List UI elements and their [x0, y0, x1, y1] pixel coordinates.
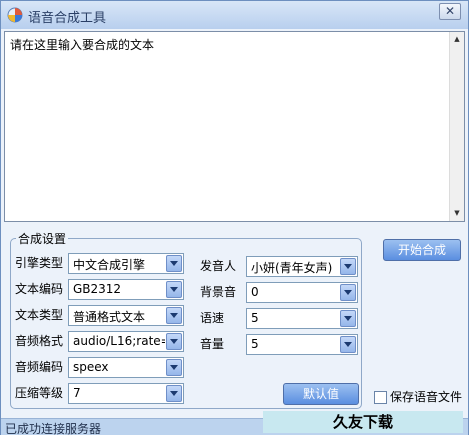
app-window: 语音合成工具 ✕ 请在这里输入要合成的文本 ▲ ▼ 合成设置 引擎类型 中文合成… — [0, 0, 469, 435]
watermark: 久友下载站|www.9upk.com — [263, 411, 463, 433]
window-title: 语音合成工具 — [28, 11, 107, 26]
close-button[interactable]: ✕ — [439, 3, 461, 20]
chevron-down-icon[interactable] — [166, 281, 182, 298]
background-sound-label: 背景音 — [200, 285, 237, 299]
speed-value: 5 — [251, 311, 259, 325]
chevron-down-icon[interactable] — [166, 359, 182, 376]
chevron-down-icon[interactable] — [166, 385, 182, 402]
audio-format-label: 音频格式 — [15, 334, 64, 348]
text-type-label: 文本类型 — [15, 308, 64, 322]
speed-label: 语速 — [200, 311, 225, 325]
volume-select[interactable]: 5 — [246, 334, 358, 355]
text-type-select[interactable]: 普通格式文本 — [68, 305, 184, 326]
text-input-container: 请在这里输入要合成的文本 ▲ ▼ — [4, 31, 465, 222]
speed-select[interactable]: 5 — [246, 308, 358, 329]
engine-type-value: 中文合成引擎 — [73, 258, 146, 272]
background-sound-value: 0 — [251, 285, 259, 299]
chevron-down-icon[interactable] — [166, 255, 182, 272]
compression-level-value: 7 — [73, 386, 81, 400]
chevron-down-icon[interactable] — [340, 336, 356, 353]
speaker-label: 发音人 — [200, 259, 237, 273]
status-text: 已成功连接服务器 — [5, 422, 102, 435]
group-title: 合成设置 — [16, 230, 69, 247]
compression-level-select[interactable]: 7 — [68, 383, 184, 404]
chevron-down-icon[interactable] — [340, 258, 356, 275]
text-encoding-label: 文本编码 — [15, 282, 64, 296]
scroll-down-icon[interactable]: ▼ — [450, 206, 464, 221]
chevron-down-icon[interactable] — [166, 333, 182, 350]
speaker-value: 小妍(青年女声) — [251, 261, 333, 275]
app-icon — [7, 7, 23, 23]
volume-label: 音量 — [200, 337, 225, 351]
audio-encoding-label: 音频编码 — [15, 360, 64, 374]
start-synthesis-button[interactable]: 开始合成 — [383, 239, 461, 261]
audio-encoding-select[interactable]: speex — [68, 357, 184, 378]
engine-type-select[interactable]: 中文合成引擎 — [68, 253, 184, 274]
volume-value: 5 — [251, 337, 259, 351]
title-bar[interactable]: 语音合成工具 ✕ — [1, 1, 468, 29]
chevron-down-icon[interactable] — [166, 307, 182, 324]
close-icon: ✕ — [444, 4, 456, 18]
scroll-up-icon[interactable]: ▲ — [450, 32, 464, 47]
compression-level-label: 压缩等级 — [15, 386, 64, 400]
audio-format-select[interactable]: audio/L16;rate= — [68, 331, 184, 352]
text-encoding-value: GB2312 — [73, 282, 122, 296]
save-audio-label[interactable]: 保存语音文件 — [390, 389, 462, 405]
background-sound-select[interactable]: 0 — [246, 282, 358, 303]
audio-encoding-value: speex — [73, 360, 109, 374]
speaker-select[interactable]: 小妍(青年女声) — [246, 256, 358, 277]
text-type-value: 普通格式文本 — [73, 310, 146, 324]
synthesis-text-input[interactable]: 请在这里输入要合成的文本 — [5, 32, 449, 221]
default-values-button[interactable]: 默认值 — [283, 383, 359, 405]
chevron-down-icon[interactable] — [340, 284, 356, 301]
text-encoding-select[interactable]: GB2312 — [68, 279, 184, 300]
vertical-scrollbar[interactable]: ▲ ▼ — [449, 32, 464, 221]
engine-type-label: 引擎类型 — [15, 256, 64, 270]
save-audio-checkbox[interactable] — [374, 391, 387, 404]
audio-format-value: audio/L16;rate= — [73, 334, 165, 348]
chevron-down-icon[interactable] — [340, 310, 356, 327]
